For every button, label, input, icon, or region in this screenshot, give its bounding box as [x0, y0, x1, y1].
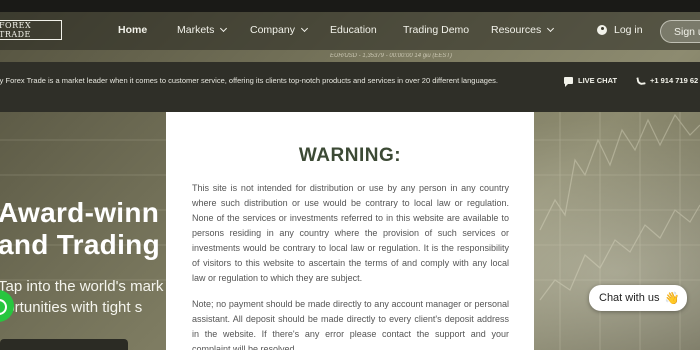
chat-icon: [564, 77, 573, 87]
nav-education[interactable]: Education: [330, 24, 377, 36]
modal-title: WARNING:: [298, 145, 402, 166]
phone-link[interactable]: +1 914 719 62: [636, 75, 699, 86]
phone-icon: [636, 75, 646, 86]
hero-heading-line1: Award-winn: [0, 197, 160, 228]
nav-company-label: Company: [250, 24, 295, 36]
chat-widget-button[interactable]: Chat with us 👋: [589, 285, 687, 311]
chat-widget-label: Chat with us: [599, 292, 660, 304]
ticker-text: EUR/USD - 1,35379 - 00:00:00 14 giu (EES…: [330, 53, 453, 59]
hero-cta-button[interactable]: [0, 339, 128, 350]
site-logo[interactable]: FOREX TRADE: [0, 20, 62, 40]
nav-home-label: Home: [118, 24, 148, 36]
phone-label: +1 914 719 62: [650, 76, 699, 85]
waving-hand-icon: 👋: [664, 291, 680, 305]
nav-education-label: Education: [330, 24, 377, 36]
modal-paragraph-2: Note; no payment should be made directly…: [192, 299, 509, 350]
live-chat-link[interactable]: LIVE CHAT: [564, 76, 618, 87]
hero-subtext-line1: Tap into the world's mark: [0, 278, 164, 295]
login-link[interactable]: Log in: [597, 24, 643, 36]
chevron-down-icon: [547, 24, 555, 33]
top-strip: [0, 0, 700, 12]
nav-resources[interactable]: Resources: [491, 24, 555, 36]
chevron-down-icon: [220, 24, 228, 33]
info-text: ly Forex Trade is a market leader when i…: [0, 76, 498, 85]
hero-heading-line2: and Trading: [0, 229, 160, 260]
login-label: Log in: [614, 24, 643, 36]
nav-trading-demo-label: Trading Demo: [403, 24, 470, 36]
signup-button[interactable]: Sign up: [660, 20, 700, 43]
info-bar: [0, 62, 700, 112]
warning-modal: WARNING: This site is not intended for d…: [166, 112, 534, 350]
chevron-down-icon: [300, 24, 308, 33]
nav-markets[interactable]: Markets: [177, 24, 228, 36]
modal-paragraph-1: This site is not intended for distributi…: [192, 183, 509, 283]
user-icon: [597, 25, 607, 35]
nav-trading-demo[interactable]: Trading Demo: [403, 24, 469, 36]
hero-subtext-line2: portunities with tight s: [0, 299, 143, 316]
nav-markets-label: Markets: [177, 24, 215, 36]
nav-company[interactable]: Company: [250, 24, 308, 36]
live-chat-label: LIVE CHAT: [578, 76, 618, 85]
nav-home[interactable]: Home: [118, 24, 147, 36]
nav-resources-label: Resources: [491, 24, 542, 36]
